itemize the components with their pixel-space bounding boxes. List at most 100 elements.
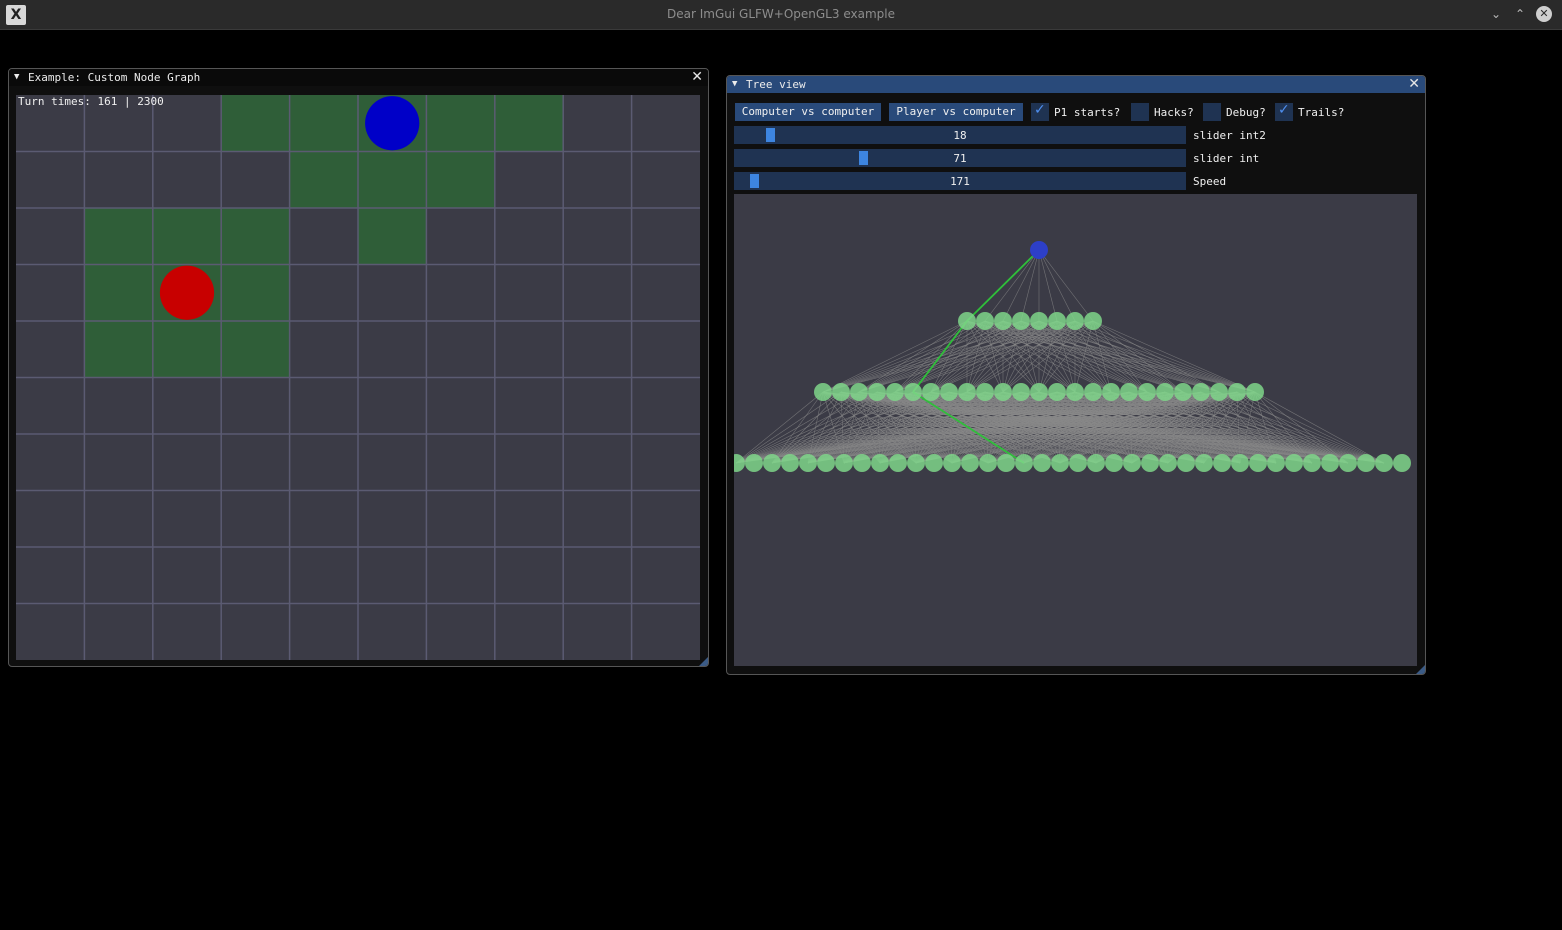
highlighted-cell (221, 95, 290, 152)
close-icon[interactable]: ✕ (1536, 6, 1552, 22)
resize-grip[interactable] (1416, 665, 1425, 674)
speed-slider[interactable]: 171 (734, 172, 1186, 190)
tree-node (1393, 454, 1411, 472)
tree-view-titlebar[interactable]: ▼ Tree view ✕ (727, 76, 1425, 93)
node-graph-titlebar[interactable]: ▼ Example: Custom Node Graph ✕ (9, 69, 708, 86)
tree-node (1156, 383, 1174, 401)
tree-node (1177, 454, 1195, 472)
tree-edge (1092, 320, 1184, 393)
blue-piece (365, 96, 420, 151)
tree-view-title: Tree view (746, 78, 806, 91)
node-graph-close-icon[interactable]: ✕ (691, 69, 703, 86)
tree-node (1159, 454, 1177, 472)
tree-node (1285, 454, 1303, 472)
red-piece (159, 265, 215, 320)
tree-edge (1074, 320, 1220, 393)
hacks-checkbox[interactable] (1131, 103, 1149, 121)
tree-node (817, 454, 835, 472)
tree-edge (984, 249, 1040, 322)
tree-node (1084, 383, 1102, 401)
tree-node (1012, 383, 1030, 401)
tree-node (922, 383, 940, 401)
tree-node (1069, 454, 1087, 472)
computer-vs-computer-button[interactable]: Computer vs computer (735, 103, 881, 121)
tree-node (1033, 454, 1051, 472)
tree-node (1120, 383, 1138, 401)
node-graph-window: ▼ Example: Custom Node Graph ✕ Turn time… (8, 68, 709, 667)
slider-value: 171 (950, 175, 970, 188)
debug-checkbox[interactable] (1203, 103, 1221, 121)
board-canvas[interactable] (16, 95, 700, 660)
game-board[interactable] (16, 95, 700, 660)
slider-int2[interactable]: 18 (734, 126, 1186, 144)
tree-node (1105, 454, 1123, 472)
checkmark-icon: ✓ (1278, 102, 1290, 118)
slider-int[interactable]: 71 (734, 149, 1186, 167)
tree-edge (822, 320, 986, 393)
tree-view-close-icon[interactable]: ✕ (1408, 76, 1420, 93)
tree-node (958, 312, 976, 330)
p1-starts-checkbox[interactable]: ✓ (1031, 102, 1049, 121)
tree-node (1192, 383, 1210, 401)
tree-edge (1002, 249, 1040, 322)
tree-node (886, 383, 904, 401)
maximize-icon[interactable]: ⌃ (1512, 6, 1528, 22)
p1-starts-label: P1 starts? (1054, 106, 1121, 119)
tree-node (904, 383, 922, 401)
resize-grip[interactable] (699, 657, 708, 666)
tree-node (1012, 312, 1030, 330)
checkmark-icon: ✓ (1034, 102, 1046, 118)
tree-node (1123, 454, 1141, 472)
highlighted-cell (84, 264, 153, 321)
highlighted-cell (289, 151, 358, 208)
tree-edge (1038, 249, 1094, 322)
node-graph-title: Example: Custom Node Graph (28, 71, 201, 84)
tree-node (1210, 383, 1228, 401)
tree-node (835, 454, 853, 472)
highlighted-cell (358, 208, 427, 265)
tree-node (889, 454, 907, 472)
tree-node (1339, 454, 1357, 472)
tree-edge (1074, 320, 1112, 393)
tree-node (1066, 312, 1084, 330)
tree-node (871, 454, 889, 472)
tree-node (1213, 454, 1231, 472)
tree-node (994, 312, 1012, 330)
tree-node (1084, 312, 1102, 330)
trails-checkbox[interactable]: ✓ (1275, 102, 1293, 121)
tree-node (976, 383, 994, 401)
collapse-arrow-icon[interactable]: ▼ (14, 72, 19, 82)
tree-canvas[interactable] (734, 194, 1417, 666)
os-titlebar: X Dear ImGui GLFW+OpenGL3 example ⌄ ⌃ ✕ (0, 0, 1562, 30)
debug-label: Debug? (1226, 106, 1266, 119)
tree-edge (822, 320, 1076, 393)
tree-node (781, 454, 799, 472)
tree-node (1174, 383, 1192, 401)
highlighted-cell (289, 95, 358, 152)
tree-node (1138, 383, 1156, 401)
os-window-title: Dear ImGui GLFW+OpenGL3 example (667, 7, 895, 21)
tree-node (1228, 383, 1246, 401)
highlighted-cell (84, 321, 153, 378)
highlighted-cell (426, 95, 495, 152)
slider-int2-label: slider int2 (1193, 129, 1266, 142)
highlighted-cell (494, 95, 564, 152)
tree-edge (1038, 249, 1076, 322)
highlighted-cell (221, 264, 290, 321)
minimize-icon[interactable]: ⌄ (1488, 6, 1504, 22)
tree-edge (1074, 320, 1094, 393)
highlighted-cell (358, 151, 427, 208)
tree-node (1048, 312, 1066, 330)
collapse-arrow-icon[interactable]: ▼ (732, 79, 737, 89)
player-vs-computer-button[interactable]: Player vs computer (889, 103, 1023, 121)
tree-node (1249, 454, 1267, 472)
highlighted-cell (426, 151, 495, 208)
tree-node (832, 383, 850, 401)
highlighted-cell (221, 321, 290, 378)
root-node (1030, 241, 1048, 259)
tree-node (763, 454, 781, 472)
speed-label: Speed (1193, 175, 1227, 188)
tree-node (958, 383, 976, 401)
tree-node (976, 312, 994, 330)
tree-node (1087, 454, 1105, 472)
